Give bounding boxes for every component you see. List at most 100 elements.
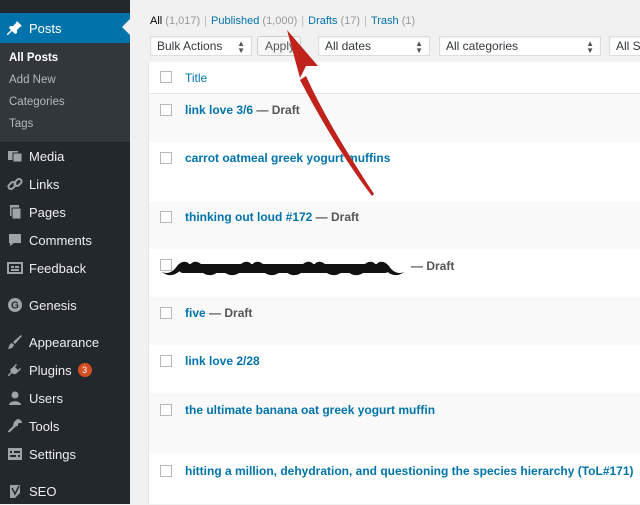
select-arrows-icon: ▲ ▼ [586,39,594,55]
filter-separator: | [204,15,208,27]
post-state: — Draft [312,210,360,224]
users-icon [7,390,23,406]
seo-icon [7,483,23,499]
bulk-actions-select[interactable]: Bulk Actions ▲ ▼ [150,36,252,56]
filter-published[interactable]: Published (1,000) [211,15,297,27]
post-title-link[interactable]: hitting a million, dehydration, and ques… [185,464,634,478]
row-checkbox[interactable] [160,104,172,116]
tools-icon [7,418,23,434]
sidebar-item-label: Appearance [29,334,100,350]
table-row: thinking out loud #172 — Draft [149,202,640,249]
pages-icon [7,204,23,220]
post-title-link[interactable]: carrot oatmeal greek yogurt muffins [185,151,390,165]
table-row: hitting a million, dehydration, and ques… [149,453,640,504]
dates-filter-value: All dates [325,39,372,53]
settings-icon [7,446,23,462]
mustache-redaction-icon [161,261,405,276]
filter-all-label: All [150,15,163,27]
seo-filter-select[interactable]: All SE [609,36,640,56]
sidebar-item-appearance[interactable]: Appearance [0,328,130,356]
filter-separator: | [301,15,305,27]
sidebar-item-comments[interactable]: Comments [0,226,130,254]
submenu-categories[interactable]: Categories [9,96,65,108]
categories-filter-value: All categories [446,39,519,53]
links-icon [7,176,23,192]
filter-trash[interactable]: Trash (1) [371,15,415,27]
sidebar-item-label: Users [29,390,63,406]
table-row: link love 2/28 [149,345,640,393]
sidebar-item-media[interactable]: Media [0,142,130,170]
table-row: — Draft [149,249,640,297]
filter-drafts-label: Drafts [308,15,338,27]
appearance-icon [7,334,23,350]
main-content: All (1,017) | Published (1,000) | Drafts (17… [130,0,640,504]
post-title-link[interactable]: five — Draft [185,306,252,320]
submenu-tags[interactable]: Tags [9,118,33,130]
posts-submenu: All Posts Add New Categories Tags [0,43,130,142]
sidebar-item-posts[interactable]: Posts [0,13,130,43]
post-title-text: five [185,306,206,320]
table-header-row: Title [149,62,640,94]
post-state: — Draft [205,306,253,320]
select-arrows-icon: ▲ ▼ [237,39,245,55]
sidebar-item-genesis[interactable]: G Genesis [0,291,130,319]
post-title-link[interactable]: thinking out loud #172 — Draft [185,210,359,224]
apply-button[interactable]: Apply [257,36,301,56]
post-title-text: link love 3/6 [185,103,254,117]
feedback-icon [7,260,23,276]
filter-separator: | [364,15,367,27]
sidebar-item-label: Plugins [29,362,72,378]
sidebar-item-feedback[interactable]: Feedback [0,254,130,282]
row-checkbox[interactable] [160,307,172,319]
table-row: five — Draft [149,297,640,345]
sidebar-item-label: Links [29,176,60,192]
sidebar-item-seo[interactable]: SEO [0,477,130,505]
submenu-all-posts[interactable]: All Posts [9,52,58,64]
plugins-update-badge: 3 [77,363,92,377]
sidebar-item-label: Comments [29,232,92,248]
sidebar-item-label: Media [29,148,65,164]
select-arrows-icon: ▲ ▼ [415,39,423,55]
dates-filter-select[interactable]: All dates ▲ ▼ [318,36,430,56]
sidebar-item-label: Tools [29,418,60,434]
sidebar-item-label: SEO [29,483,57,499]
filter-all[interactable]: All (1,017) [150,15,200,27]
plugins-icon [7,362,23,378]
filter-trash-label: Trash [370,15,399,27]
table-row: link love 3/6 — Draft [149,95,640,142]
sidebar-item-label: Pages [29,204,66,220]
filter-trash-count: (1) [401,15,416,27]
comments-icon [7,232,23,248]
filter-drafts[interactable]: Drafts (17) [308,15,360,27]
post-status-filters: All (1,017) | Published (1,000) | Drafts (17… [150,15,415,27]
genesis-icon: G [7,297,23,313]
post-title-link[interactable]: link love 3/6 — Draft [185,103,300,117]
filter-published-count: (1,000) [262,15,298,27]
sidebar-item-plugins[interactable]: Plugins 3 [0,356,130,384]
seo-filter-value: All SE [616,39,640,53]
filter-all-count: (1,017) [165,15,201,27]
categories-filter-select[interactable]: All categories ▲ ▼ [439,36,601,56]
row-checkbox[interactable] [160,404,172,416]
post-title-text: thinking out loud #172 [185,210,313,224]
sidebar-item-users[interactable]: Users [0,384,130,412]
posts-table: Title link love 3/6 — Draft carrot oatme… [148,62,640,504]
row-checkbox[interactable] [160,355,172,367]
sidebar-item-tools[interactable]: Tools [0,412,130,440]
post-title-link[interactable]: the ultimate banana oat greek yogurt muf… [185,403,435,417]
post-title-link[interactable]: link love 2/28 [185,354,260,368]
sidebar-item-links[interactable]: Links [0,170,130,198]
column-title-header[interactable]: Title [185,71,207,85]
sidebar-item-pages[interactable]: Pages [0,198,130,226]
row-checkbox[interactable] [160,211,172,223]
row-checkbox[interactable] [160,465,172,477]
sidebar-item-label: Posts [29,20,62,36]
row-checkbox[interactable] [160,152,172,164]
select-all-checkbox[interactable] [160,71,172,83]
sidebar-item-label: Genesis [29,297,77,313]
media-icon [7,148,23,164]
sidebar-item-settings[interactable]: Settings [0,440,130,468]
pin-icon [7,20,23,36]
admin-sidebar: Posts All Posts Add New Categories Tags … [0,0,130,504]
submenu-add-new[interactable]: Add New [9,74,56,86]
